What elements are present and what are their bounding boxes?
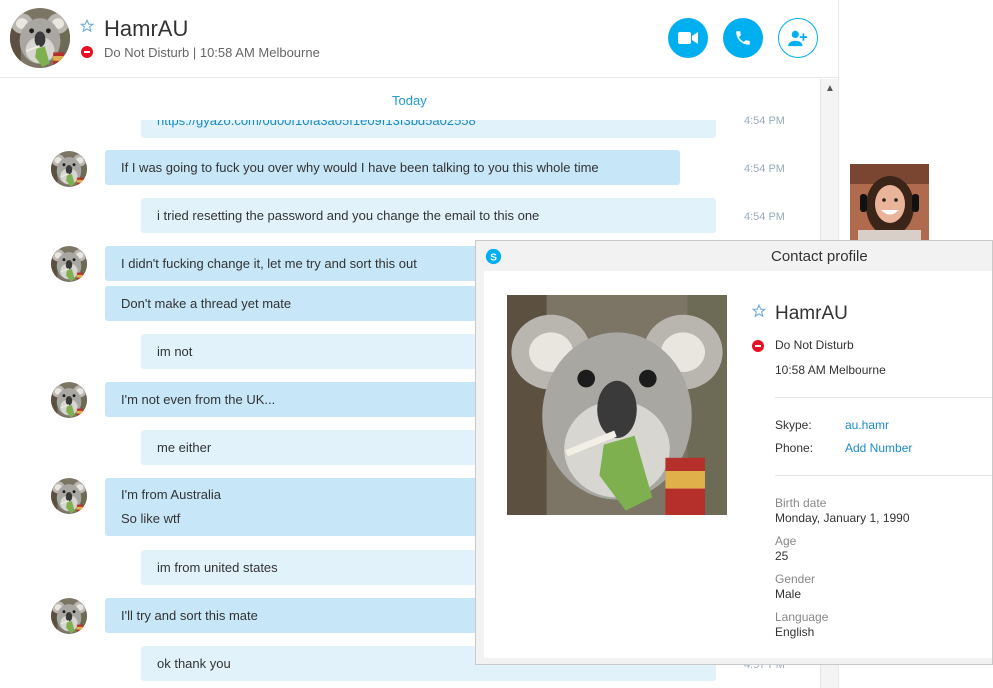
age-label: Age	[775, 534, 797, 548]
gender-label: Gender	[775, 572, 816, 586]
video-camera-icon	[678, 32, 698, 44]
skype-logo-icon: S	[485, 248, 502, 265]
day-label-overlay: Today	[392, 93, 427, 108]
sender-avatar[interactable]	[51, 151, 87, 187]
phone-icon	[736, 31, 750, 45]
svg-text:S: S	[490, 252, 497, 263]
window-title: Contact profile	[771, 248, 868, 265]
star-outline-icon[interactable]	[751, 303, 767, 323]
status-line: Do Not Disturb | 10:58 AM Melbourne	[104, 45, 320, 60]
profile-status: Do Not Disturb	[775, 338, 854, 352]
age-value: 25	[775, 549, 789, 563]
audio-call-button[interactable]	[723, 18, 763, 58]
scroll-up-arrow-icon[interactable]: ▲	[825, 83, 835, 94]
gender-value: Male	[775, 587, 802, 601]
contact-profile-window[interactable]: S Contact profile HamrAU Do Not Disturb …	[475, 240, 993, 665]
message-bubble-incoming[interactable]: If I was going to fuck you over why woul…	[105, 150, 680, 185]
language-value: English	[775, 625, 815, 639]
sender-avatar[interactable]	[51, 382, 87, 418]
profile-local-time: 10:58 AM Melbourne	[775, 363, 886, 377]
window-titlebar[interactable]: S Contact profile	[476, 241, 992, 271]
skype-label: Skype:	[775, 418, 812, 432]
language-label: Language	[775, 610, 829, 624]
message-bubble-outgoing[interactable]: i tried resetting the password and you c…	[141, 198, 716, 233]
do-not-disturb-icon	[81, 46, 93, 58]
sender-avatar[interactable]	[51, 246, 87, 282]
add-person-icon	[788, 30, 807, 47]
add-people-button[interactable]	[778, 18, 818, 58]
message-time: 4:54 PM	[744, 115, 785, 127]
skype-id-link[interactable]: au.hamr	[845, 418, 889, 432]
divider	[775, 397, 992, 398]
divider	[775, 475, 992, 476]
birth-date-value: Monday, January 1, 1990	[775, 511, 910, 525]
message-time: 4:54 PM	[744, 211, 785, 223]
star-outline-icon[interactable]	[79, 18, 95, 38]
video-call-button[interactable]	[668, 18, 708, 58]
user-video-thumbnail[interactable]	[850, 164, 929, 242]
birth-date-label: Birth date	[775, 496, 827, 510]
contact-name: HamrAU	[104, 16, 189, 41]
add-number-link[interactable]: Add Number	[845, 441, 912, 455]
message-time: 4:54 PM	[744, 163, 785, 175]
profile-name: HamrAU	[775, 303, 848, 324]
phone-label: Phone:	[775, 441, 814, 455]
contact-avatar[interactable]	[10, 8, 70, 68]
profile-picture[interactable]	[507, 295, 727, 515]
chat-header: HamrAU Do Not Disturb | 10:58 AM Melbour…	[0, 0, 838, 78]
sender-avatar[interactable]	[51, 598, 87, 634]
sender-avatar[interactable]	[51, 478, 87, 514]
profile-content: HamrAU Do Not Disturb 10:58 AM Melbourne…	[484, 271, 992, 658]
do-not-disturb-icon	[752, 340, 764, 352]
